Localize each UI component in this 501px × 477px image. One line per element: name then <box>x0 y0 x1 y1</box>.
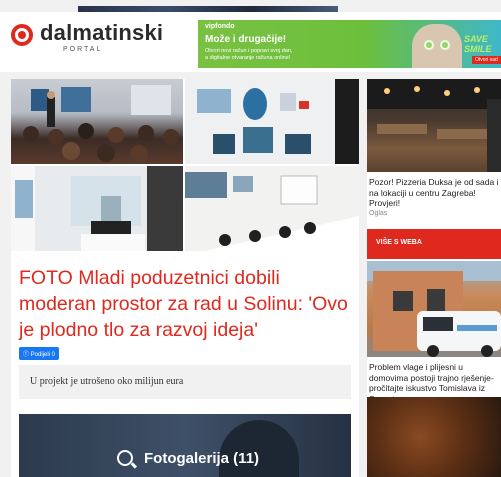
photo-meeting-room-art <box>197 79 359 164</box>
sidebar: Pozor! Pizzeria Duksa je od sada i na lo… <box>367 79 501 477</box>
story-image-house-van[interactable] <box>367 261 501 357</box>
house-van-art <box>367 261 501 357</box>
ad-person-image <box>412 24 462 68</box>
photo-table-art <box>185 172 359 251</box>
ad-text-line-2: a digitalne otvaranje računa online! <box>205 55 291 61</box>
photo-audience-art <box>23 85 179 163</box>
ad-banner[interactable]: vipfondo Može i drugačije! Otvori novi r… <box>198 20 501 68</box>
more-from-web-label: VIŠE S WEBA <box>376 239 422 246</box>
photo-audience[interactable] <box>11 79 183 164</box>
gallery-background-person <box>219 420 299 477</box>
gallery-button[interactable]: Fotogalerija (11) <box>19 414 351 477</box>
magnifier-icon <box>117 450 133 466</box>
photo-table[interactable] <box>185 166 359 251</box>
logo-subtitle: PORTAL <box>63 46 103 53</box>
article-title[interactable]: FOTO Mladi poduzetnici dobili moderan pr… <box>19 265 353 343</box>
cucumber-icon <box>424 40 434 50</box>
top-strip <box>0 0 501 12</box>
facebook-icon: ⓕ <box>23 352 31 358</box>
article-lead: U projekt je utrošeno oko milijun eura <box>19 365 351 399</box>
photo-corridor-art <box>11 166 183 251</box>
ad-brand: vipfondo <box>205 23 235 30</box>
sponsored-tag: Oglas <box>369 210 388 217</box>
photo-corridor[interactable] <box>11 166 183 251</box>
facebook-share-button[interactable]: ⓕ Podijeli 0 <box>19 347 60 360</box>
article-main: FOTO Mladi poduzetnici dobili moderan pr… <box>11 79 359 477</box>
ad-slogan: SAVE SMILE <box>464 34 492 54</box>
logo-icon[interactable] <box>11 24 33 46</box>
ad-cta-button[interactable]: Otvori sad <box>472 56 501 64</box>
more-from-web-header: VIŠE S WEBA <box>367 229 501 259</box>
photo-grid[interactable] <box>11 79 359 251</box>
cucumber-icon <box>440 40 450 50</box>
story-image-food[interactable] <box>367 397 501 477</box>
ad-slogan-line-2: SMILE <box>464 44 492 54</box>
gallery-label: Fotogalerija (11) <box>144 450 260 467</box>
restaurant-art <box>367 79 501 172</box>
sponsored-image[interactable] <box>367 79 501 172</box>
ad-text-line-1: Otvori novi račun i popravi svoj dan, <box>205 48 293 54</box>
sponsored-title[interactable]: Pozor! Pizzeria Duksa je od sada i na lo… <box>369 177 501 209</box>
share-label: Podijeli 0 <box>30 352 56 358</box>
ad-slogan-line-1: SAVE <box>464 34 488 44</box>
ad-headline: Može i drugačije! <box>205 34 287 45</box>
photo-meeting-room[interactable] <box>185 79 359 164</box>
logo-text[interactable]: dalmatinski <box>40 20 163 46</box>
